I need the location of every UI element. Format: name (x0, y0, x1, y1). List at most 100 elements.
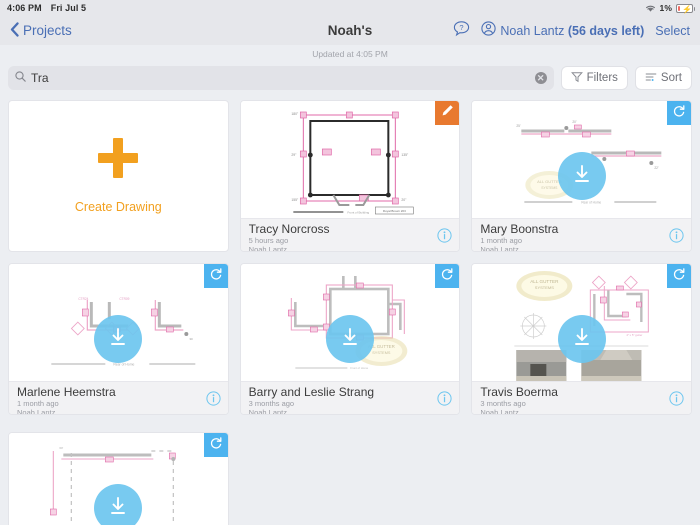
download-button[interactable] (94, 315, 143, 363)
drawing-meta: Tracy Norcross 5 hours ago Noah Lantz (240, 218, 460, 252)
drawings-grid: Create Drawing 180" 29" 155" 135" 20" Fr… (0, 94, 700, 415)
drawings-grid-partial-row: 60' (0, 426, 700, 525)
search-toolbar: ✕ Filters Sort (0, 62, 700, 94)
status-time: 4:06 PM (7, 3, 42, 13)
drawing-card[interactable]: 180" 29" 155" 135" 20" Front of Building Ro… (239, 100, 461, 252)
wifi-icon (645, 4, 656, 13)
svg-text:4" x 5" gutter: 4" x 5" gutter (627, 333, 643, 337)
sync-refresh-icon (209, 267, 223, 286)
search-input[interactable] (31, 71, 530, 85)
drawing-thumbnail: 180" 29" 155" 135" 20" Front of Building Ro… (240, 101, 460, 218)
svg-text:?: ? (460, 23, 464, 32)
drawing-age: 1 month ago (17, 399, 59, 408)
svg-text:SYSTEMS: SYSTEMS (535, 285, 554, 290)
sync-badge[interactable] (203, 433, 228, 457)
sync-badge[interactable] (667, 264, 691, 288)
download-button[interactable] (557, 152, 606, 200)
battery-charging-icon: ⚡ (676, 3, 695, 14)
navigation-bar: Projects Noah's ? Noah Lantz (56 days le… (0, 16, 700, 45)
svg-text:Rear of Home: Rear of Home (582, 201, 602, 205)
sync-refresh-icon (672, 104, 686, 123)
person-circle-icon (481, 20, 497, 41)
drawing-age: 5 hours ago (248, 236, 289, 245)
account-trial-days: (56 days left) (567, 23, 645, 38)
account-button[interactable]: Noah Lantz (56 days left) (481, 20, 645, 41)
sync-refresh-icon (440, 267, 454, 286)
drawing-card[interactable]: CTR24 CTR09 30 Rear of Home Marlene Heems… (8, 263, 229, 415)
sync-badge[interactable] (203, 264, 228, 288)
create-drawing-label: Create Drawing (74, 200, 162, 214)
filters-label: Filters (586, 72, 618, 84)
svg-text:Royal Brown 203: Royal Brown 203 (383, 209, 406, 213)
download-button[interactable] (557, 315, 606, 363)
drawing-title: Mary Boonstra (480, 222, 559, 236)
download-button[interactable] (325, 315, 374, 363)
clear-search-button[interactable]: ✕ (534, 72, 547, 84)
nav-actions: ? Noah Lantz (56 days left) Select (453, 20, 690, 42)
pencil-icon (441, 104, 454, 122)
help-question-bubble-icon[interactable]: ? (453, 20, 470, 42)
battery-percent: 1% (659, 3, 672, 13)
download-button[interactable] (94, 484, 143, 525)
svg-text:Rear of Home: Rear of Home (113, 363, 134, 367)
svg-text:155": 155" (291, 198, 299, 202)
drawing-title: Marlene Heemstra (17, 385, 116, 399)
svg-text:60': 60' (59, 446, 63, 450)
drawing-age: 3 months ago (248, 399, 295, 408)
drawing-meta: Marlene Heemstra 1 month ago Noah Lantz (9, 381, 228, 415)
select-button[interactable]: Select (655, 24, 690, 38)
back-label: Projects (23, 23, 72, 38)
info-circle-icon[interactable] (206, 391, 221, 411)
svg-text:SYSTEMS: SYSTEMS (542, 186, 559, 190)
drawing-owner: Noah Lantz (248, 245, 288, 252)
svg-text:ALL GUTTER: ALL GUTTER (531, 279, 560, 284)
drawing-owner: Noah Lantz (17, 408, 56, 415)
search-field-container[interactable]: ✕ (8, 66, 554, 90)
svg-text:SYSTEMS: SYSTEMS (372, 351, 391, 355)
create-drawing-card[interactable]: Create Drawing (8, 100, 229, 252)
svg-text:30: 30 (189, 337, 193, 341)
drawing-card[interactable]: ALL GUTTER SYSTEMS 4" x 5" gutter Travis… (471, 263, 692, 415)
info-circle-icon[interactable] (669, 391, 684, 411)
sort-button[interactable]: Sort (634, 66, 692, 90)
info-circle-icon[interactable] (437, 391, 452, 411)
drawing-card[interactable]: ALL GUTTER SYSTEMS Front of Home Barry a… (239, 263, 461, 415)
svg-text:29": 29" (291, 153, 297, 157)
svg-text:20": 20" (401, 198, 407, 202)
chevron-left-icon (10, 21, 19, 40)
drawing-card[interactable]: 25' 20' 22' ALL GUTTER SYSTEMS Rear of Hom… (471, 100, 692, 252)
sync-badge[interactable] (667, 101, 691, 125)
drawing-card[interactable]: 60' (8, 432, 229, 525)
svg-text:22': 22' (655, 166, 660, 170)
last-updated-label: Updated at 4:05 PM (0, 45, 700, 62)
sort-label: Sort (660, 72, 682, 84)
drawing-title: Barry and Leslie Strang (248, 385, 375, 399)
sync-refresh-icon (209, 436, 223, 455)
sync-badge[interactable] (435, 264, 460, 288)
download-arrow-icon (570, 325, 594, 354)
status-bar: 4:06 PM Fri Jul 5 1% ⚡ (0, 0, 700, 16)
info-circle-icon[interactable] (669, 228, 684, 248)
drawing-owner: Noah Lantz (248, 408, 288, 415)
status-right-cluster: 1% ⚡ (645, 3, 695, 14)
svg-text:Front of Building: Front of Building (347, 211, 369, 215)
back-to-projects-button[interactable]: Projects (10, 21, 72, 40)
svg-text:135": 135" (401, 153, 409, 157)
edit-badge[interactable] (435, 101, 460, 125)
drawing-meta: Barry and Leslie Strang 3 months ago Noa… (240, 381, 460, 415)
svg-text:CTR24: CTR24 (78, 297, 88, 301)
drawing-title: Travis Boerma (480, 385, 558, 399)
svg-text:CTR09: CTR09 (119, 297, 129, 301)
funnel-icon (570, 71, 583, 86)
drawing-meta: Travis Boerma 3 months ago Noah Lantz (472, 381, 691, 415)
svg-text:20': 20' (573, 120, 578, 124)
drawing-owner: Noah Lantz (480, 245, 519, 252)
download-arrow-icon (338, 325, 362, 354)
drawing-owner: Noah Lantz (480, 408, 519, 415)
info-circle-icon[interactable] (437, 228, 452, 248)
sort-lines-icon (645, 71, 657, 86)
download-arrow-icon (570, 162, 594, 191)
download-arrow-icon (106, 494, 130, 523)
filters-button[interactable]: Filters (560, 66, 628, 90)
drawing-age: 1 month ago (480, 236, 523, 245)
